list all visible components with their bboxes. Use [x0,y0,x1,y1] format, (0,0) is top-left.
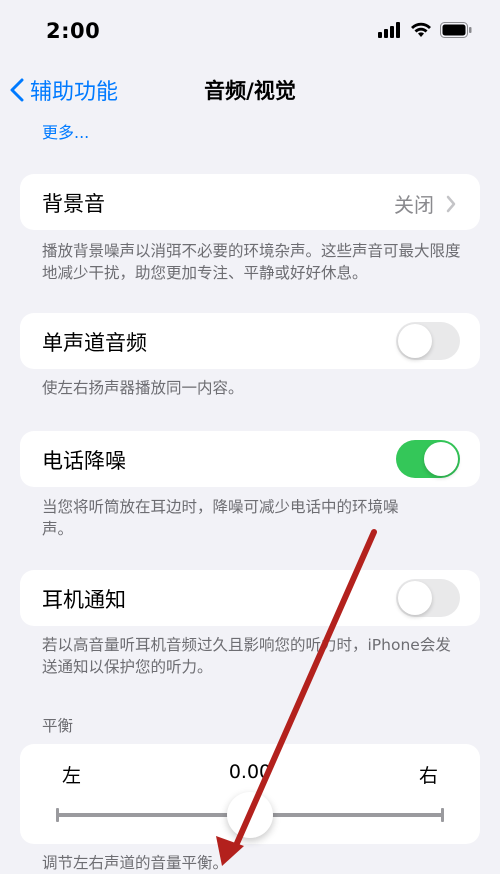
mono-audio-footer: 使左右扬声器播放同一内容。 [42,379,244,397]
headphone-notifications-footer: 若以高音量听耳机音频过久且影响您的听力时，iPhone会发送通知以保护您的听力。 [42,636,451,676]
battery-icon [440,22,472,38]
status-time: 2:00 [46,19,101,43]
phone-noise-cancellation-toggle[interactable] [396,440,460,478]
background-sounds-value[interactable]: 关闭 [394,189,456,218]
background-sounds-value-text: 关闭 [394,193,434,217]
toggle-knob [398,581,432,615]
phone-noise-cancellation-row: 电话降噪 [20,431,480,487]
toggle-knob [398,324,432,358]
balance-footer: 调节左右声道的音量平衡。 [42,854,229,872]
toggle-knob [424,442,458,476]
balance-card: 左 0.00 右 [20,744,480,844]
navigation-bar: 辅助功能 音频/视觉 [0,64,500,114]
cellular-signal-icon [378,22,400,38]
balance-section-header: 平衡 [42,717,74,735]
chevron-right-icon [446,195,456,212]
mono-audio-toggle[interactable] [396,322,460,360]
mono-audio-row: 单声道音频 [20,313,480,369]
headphone-notifications-row: 耳机通知 [20,570,480,626]
background-sounds-label: 背景音 [42,192,105,216]
page-title: 音频/视觉 [204,79,296,103]
more-link[interactable]: 更多... [42,119,89,143]
mono-audio-label: 单声道音频 [42,331,147,355]
phone-noise-cancellation-label: 电话降噪 [42,449,126,473]
balance-slider-thumb[interactable] [227,792,273,838]
wifi-icon [411,22,431,37]
slider-right-tick [441,808,444,822]
headphone-notifications-label: 耳机通知 [42,588,126,612]
balance-right-label: 右 [418,765,438,787]
status-icons [378,22,472,38]
phone-noise-cancellation-footer: 当您将听筒放在耳边时，降噪可减少电话中的环境噪声。 [42,498,399,538]
background-sounds-footer: 播放背景噪声以消弭不必要的环境杂声。这些声音可最大限度地减少干扰，助您更加专注、… [42,242,461,282]
balance-value: 0.00 [228,761,272,783]
status-bar: 2:00 [0,0,500,64]
background-sounds-row[interactable]: 背景音 关闭 [20,174,480,230]
slider-left-tick [56,808,59,822]
headphone-notifications-toggle[interactable] [396,579,460,617]
